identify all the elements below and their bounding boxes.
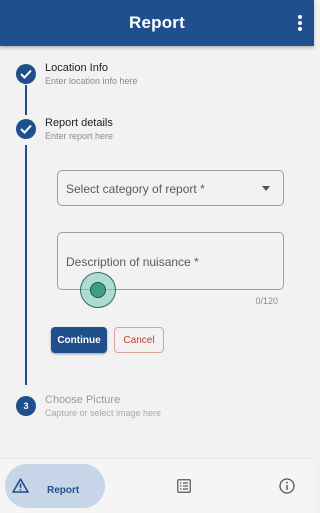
bottom-navigation: Report	[0, 458, 314, 513]
step-2-subtitle: Enter report here	[45, 131, 114, 141]
more-options-icon[interactable]	[296, 15, 304, 33]
category-select[interactable]: Select category of report *	[57, 170, 284, 206]
app-bar: Report	[0, 0, 314, 46]
continue-button[interactable]: Continue	[51, 327, 107, 353]
stepper-connector	[25, 85, 27, 115]
step-2-title[interactable]: Report details	[45, 117, 113, 129]
description-placeholder: Description of nuisance *	[66, 255, 199, 269]
list-icon[interactable]	[177, 479, 191, 493]
step-1-subtitle: Enter location info here	[45, 76, 138, 86]
character-counter: 0/120	[255, 296, 278, 306]
step-3-subtitle: Capture or select image here	[45, 408, 162, 418]
category-placeholder: Select category of report *	[66, 182, 205, 196]
step-3-number: 3	[16, 396, 36, 416]
cancel-button[interactable]: Cancel	[114, 327, 164, 353]
step-1-check-icon	[16, 64, 36, 84]
page-title: Report	[129, 13, 185, 32]
step-3-title[interactable]: Choose Picture	[45, 394, 120, 406]
info-icon[interactable]	[279, 478, 295, 494]
step-2-check-icon	[16, 119, 36, 139]
touch-indicator	[80, 272, 116, 308]
stepper-connector	[25, 145, 27, 385]
dropdown-arrow-icon	[262, 186, 270, 191]
step-1-title[interactable]: Location Info	[45, 62, 108, 74]
nav-item-report[interactable]: Report	[5, 464, 105, 508]
warning-icon	[12, 478, 29, 493]
nav-item-report-label: Report	[47, 485, 80, 496]
